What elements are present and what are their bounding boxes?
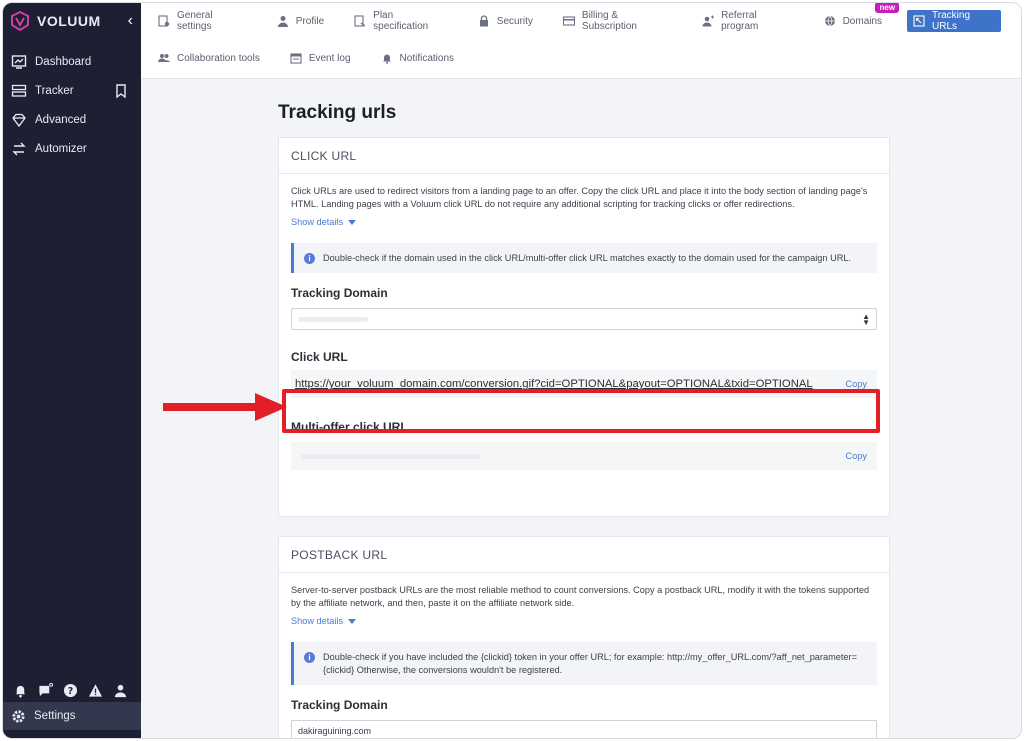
settings-doc-icon xyxy=(158,15,170,27)
tab-general-settings[interactable]: General settings xyxy=(153,10,252,32)
annotation-highlight-box xyxy=(282,389,880,433)
multi-offer-url-field[interactable]: Copy xyxy=(291,442,877,470)
tab-billing[interactable]: Billing & Subscription xyxy=(558,10,677,32)
voluum-logo-icon xyxy=(11,11,29,31)
sidebar-item-settings[interactable]: Settings xyxy=(3,702,141,730)
sidebar-item-tracker[interactable]: Tracker xyxy=(3,76,141,105)
sidebar-item-label: Dashboard xyxy=(35,55,92,68)
click-url-label: Click URL xyxy=(291,350,348,364)
new-badge: new xyxy=(875,3,900,13)
sidebar-utility-icons: ? xyxy=(13,683,128,698)
diamond-icon xyxy=(12,113,26,127)
show-details-toggle[interactable]: Show details xyxy=(291,217,877,227)
info-icon: i xyxy=(304,652,315,663)
card-heading: POSTBACK URL xyxy=(279,537,889,573)
redacted-value xyxy=(301,454,481,459)
click-url-card: CLICK URL Click URLs are used to redirec… xyxy=(278,137,890,517)
tab-label: Plan specification xyxy=(373,10,429,32)
tab-label: Billing & Subscription xyxy=(581,10,637,32)
sidebar-item-label: Settings xyxy=(34,710,76,722)
tab-plan-specification[interactable]: Plan specification xyxy=(349,10,453,32)
gear-icon xyxy=(12,709,25,723)
caret-down-icon xyxy=(348,219,357,225)
tab-profile[interactable]: Profile xyxy=(272,10,329,32)
postback-description: Server-to-server postback URLs are the m… xyxy=(291,585,870,608)
settings-nav-row-2: Collaboration tools Event log Notificati… xyxy=(141,39,1021,77)
sidebar-item-automizer[interactable]: Automizer xyxy=(3,134,141,163)
collapse-sidebar-icon[interactable]: ‹ xyxy=(128,12,133,30)
info-box: i Double-check if you have included the … xyxy=(291,642,877,685)
tab-label: Profile xyxy=(295,15,325,27)
settings-nav: General settings Profile Plan specificat… xyxy=(141,3,1021,79)
copy-click-url-button[interactable]: Copy xyxy=(846,379,867,389)
tab-collaboration-tools[interactable]: Collaboration tools xyxy=(153,47,265,69)
tab-security[interactable]: Security xyxy=(473,10,538,32)
bell-icon[interactable] xyxy=(13,683,28,698)
tab-domains[interactable]: Domains new xyxy=(819,3,900,32)
tab-label: Tracking URLs xyxy=(932,10,971,32)
sidebar-item-advanced[interactable]: Advanced xyxy=(3,105,141,134)
svg-text:?: ? xyxy=(68,686,73,697)
tab-label: Notifications xyxy=(399,52,454,64)
tracking-domain-select[interactable]: ▲ ▼ xyxy=(291,308,877,330)
postback-url-card: POSTBACK URL Server-to-server postback U… xyxy=(278,536,890,738)
tracking-domain-label: Tracking Domain xyxy=(291,286,388,300)
sidebar-item-label: Advanced xyxy=(35,113,87,126)
sidebar-item-dashboard[interactable]: Dashboard xyxy=(3,47,141,76)
sidebar: VOLUUM ‹ Dashboard Tracker Advanced Auto… xyxy=(3,3,141,738)
tracking-domain-value: dakiraguining.com xyxy=(298,726,372,736)
tab-label: Domains xyxy=(842,15,883,27)
chat-icon[interactable] xyxy=(38,683,53,698)
info-text: Double-check if you have included the {c… xyxy=(323,652,857,675)
show-details-label: Show details xyxy=(291,616,344,626)
card-icon xyxy=(562,16,575,26)
caret-down-icon xyxy=(348,618,357,624)
tab-label: Referral program xyxy=(721,10,759,32)
page-title: Tracking urls xyxy=(278,102,397,123)
logo-row: VOLUUM ‹ xyxy=(3,3,141,39)
sidebar-item-label: Tracker xyxy=(35,84,74,97)
lock-icon xyxy=(479,15,488,27)
link-icon xyxy=(913,15,925,27)
redacted-value xyxy=(298,317,368,322)
copy-multi-offer-button[interactable]: Copy xyxy=(846,451,867,461)
tab-label: Event log xyxy=(308,52,351,64)
sidebar-item-label: Automizer xyxy=(35,142,87,155)
dashboard-icon xyxy=(11,54,27,69)
tab-event-log[interactable]: Event log xyxy=(285,47,356,69)
automizer-icon xyxy=(12,142,26,155)
info-icon: i xyxy=(304,253,315,264)
calendar-icon xyxy=(290,53,302,64)
bookmark-icon[interactable] xyxy=(113,83,129,99)
show-details-label: Show details xyxy=(291,217,344,227)
settings-nav-row-1: General settings Profile Plan specificat… xyxy=(141,3,1021,39)
info-text: Double-check if the domain used in the c… xyxy=(323,253,852,263)
user-icon xyxy=(277,16,288,27)
tab-label: Collaboration tools xyxy=(177,52,260,64)
postback-tracking-domain-select[interactable]: dakiraguining.com xyxy=(291,720,877,738)
warning-icon[interactable] xyxy=(88,683,103,698)
tab-notifications[interactable]: Notifications xyxy=(376,47,459,69)
referral-icon xyxy=(702,15,715,27)
brand-name: VOLUUM xyxy=(37,13,101,29)
tracking-domain-label: Tracking Domain xyxy=(291,698,388,712)
user-icon[interactable] xyxy=(113,683,128,698)
card-heading: CLICK URL xyxy=(279,138,889,174)
tab-referral-program[interactable]: Referral program xyxy=(697,10,798,32)
show-details-toggle[interactable]: Show details xyxy=(291,616,877,626)
help-icon[interactable]: ? xyxy=(63,683,78,698)
tab-label: Security xyxy=(496,15,533,27)
globe-icon xyxy=(824,15,835,27)
tab-label: General settings xyxy=(177,10,213,32)
tracker-icon xyxy=(11,84,27,97)
app-window: VOLUUM ‹ Dashboard Tracker Advanced Auto… xyxy=(2,2,1022,739)
people-icon xyxy=(158,54,170,62)
click-url-description: Click URLs are used to redirect visitors… xyxy=(291,186,868,209)
bell-icon xyxy=(382,54,391,64)
tab-tracking-urls[interactable]: Tracking URLs xyxy=(907,10,1002,32)
annotation-arrow-icon xyxy=(163,393,287,421)
select-arrows-icon: ▲ ▼ xyxy=(862,312,870,327)
info-box: i Double-check if the domain used in the… xyxy=(291,243,877,273)
plan-icon xyxy=(354,15,366,27)
